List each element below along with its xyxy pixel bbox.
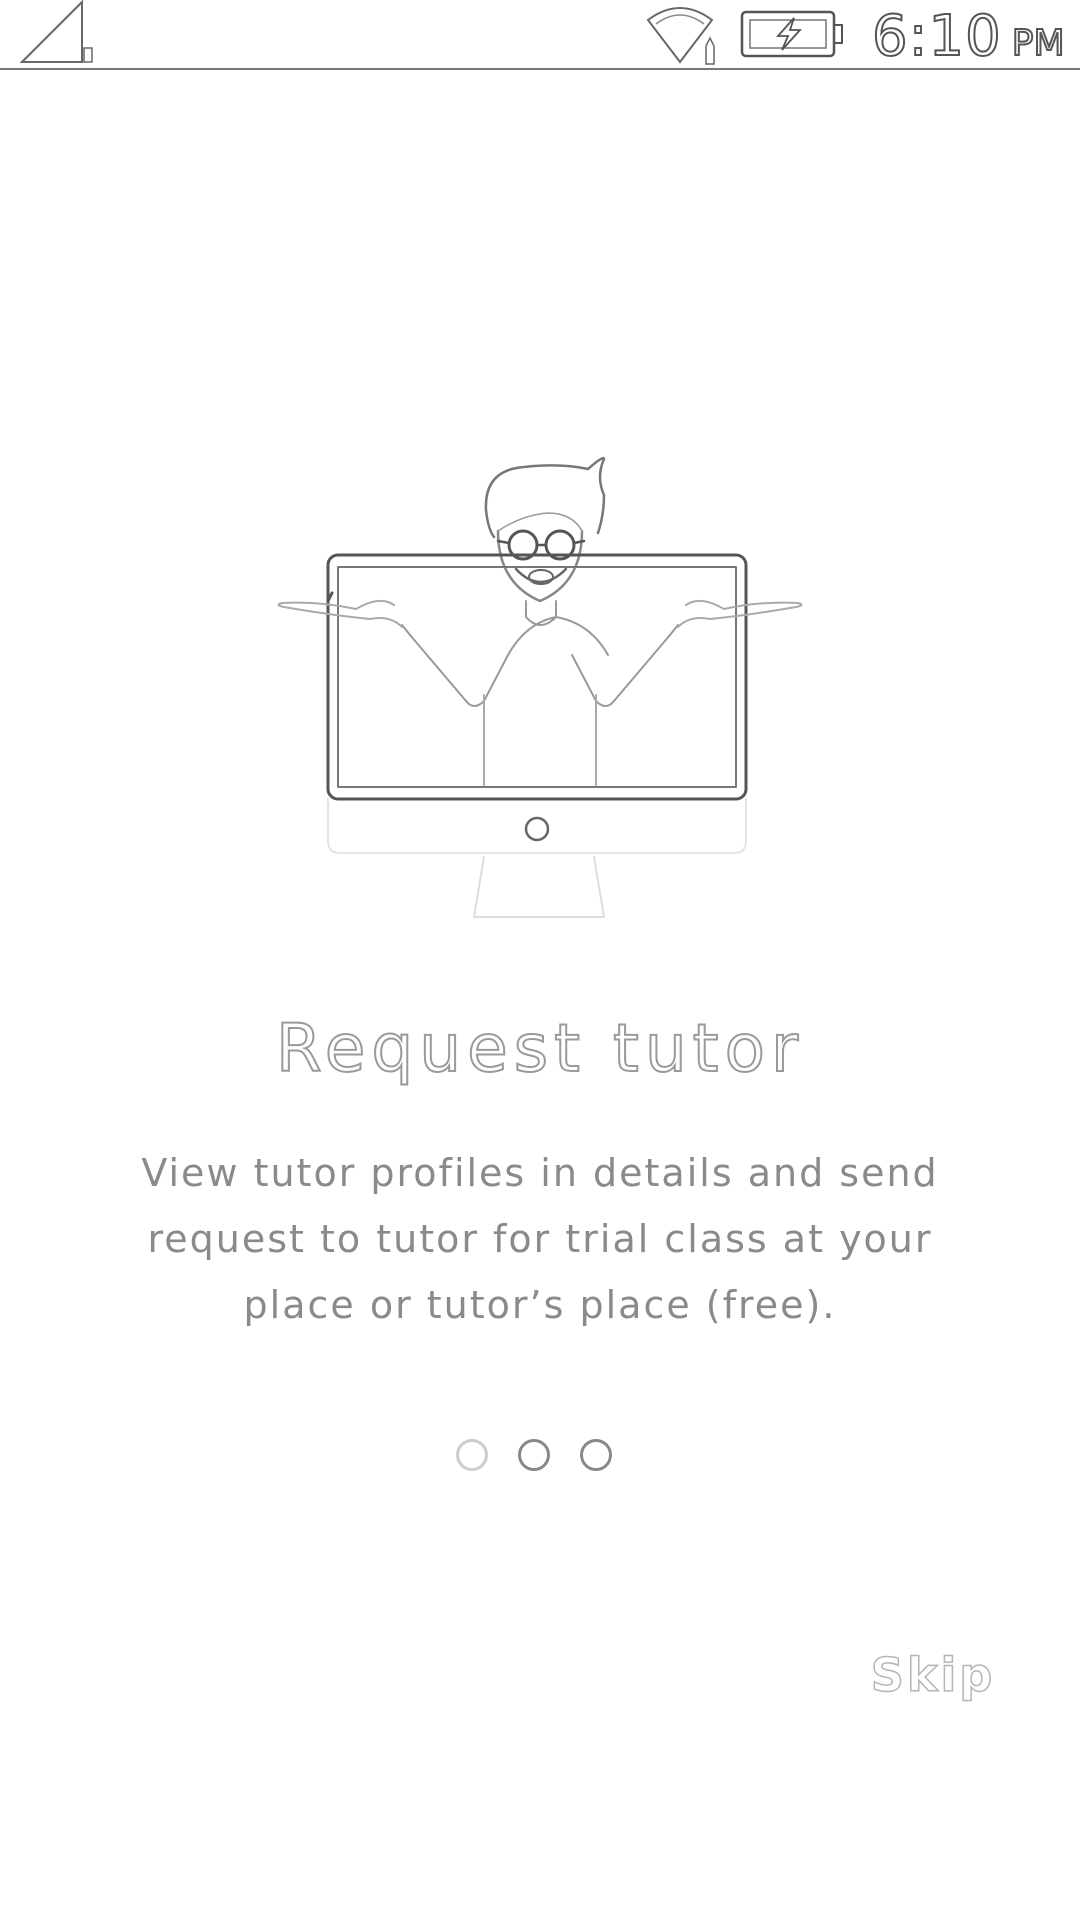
- skip-button[interactable]: Skip: [868, 1640, 998, 1710]
- onboarding-title: Request tutor: [275, 1009, 805, 1088]
- battery-charging-icon: [740, 10, 843, 58]
- page-dot-3[interactable]: [580, 1439, 612, 1471]
- page-dot-1[interactable]: [456, 1439, 488, 1471]
- page-dot-2[interactable]: [518, 1439, 550, 1471]
- tutor-in-monitor-illustration: [277, 456, 803, 918]
- clock: 6:10 PM: [871, 3, 1066, 70]
- page-indicator: [456, 1439, 612, 1471]
- status-bar: 6:10 PM: [0, 0, 1080, 70]
- clock-time: 6:10: [871, 3, 1002, 70]
- signal-icon: [19, 0, 93, 63]
- wifi-icon: [646, 7, 715, 65]
- onboarding-description: View tutor profiles in details and send …: [141, 1151, 939, 1327]
- clock-ampm: PM: [1011, 22, 1066, 65]
